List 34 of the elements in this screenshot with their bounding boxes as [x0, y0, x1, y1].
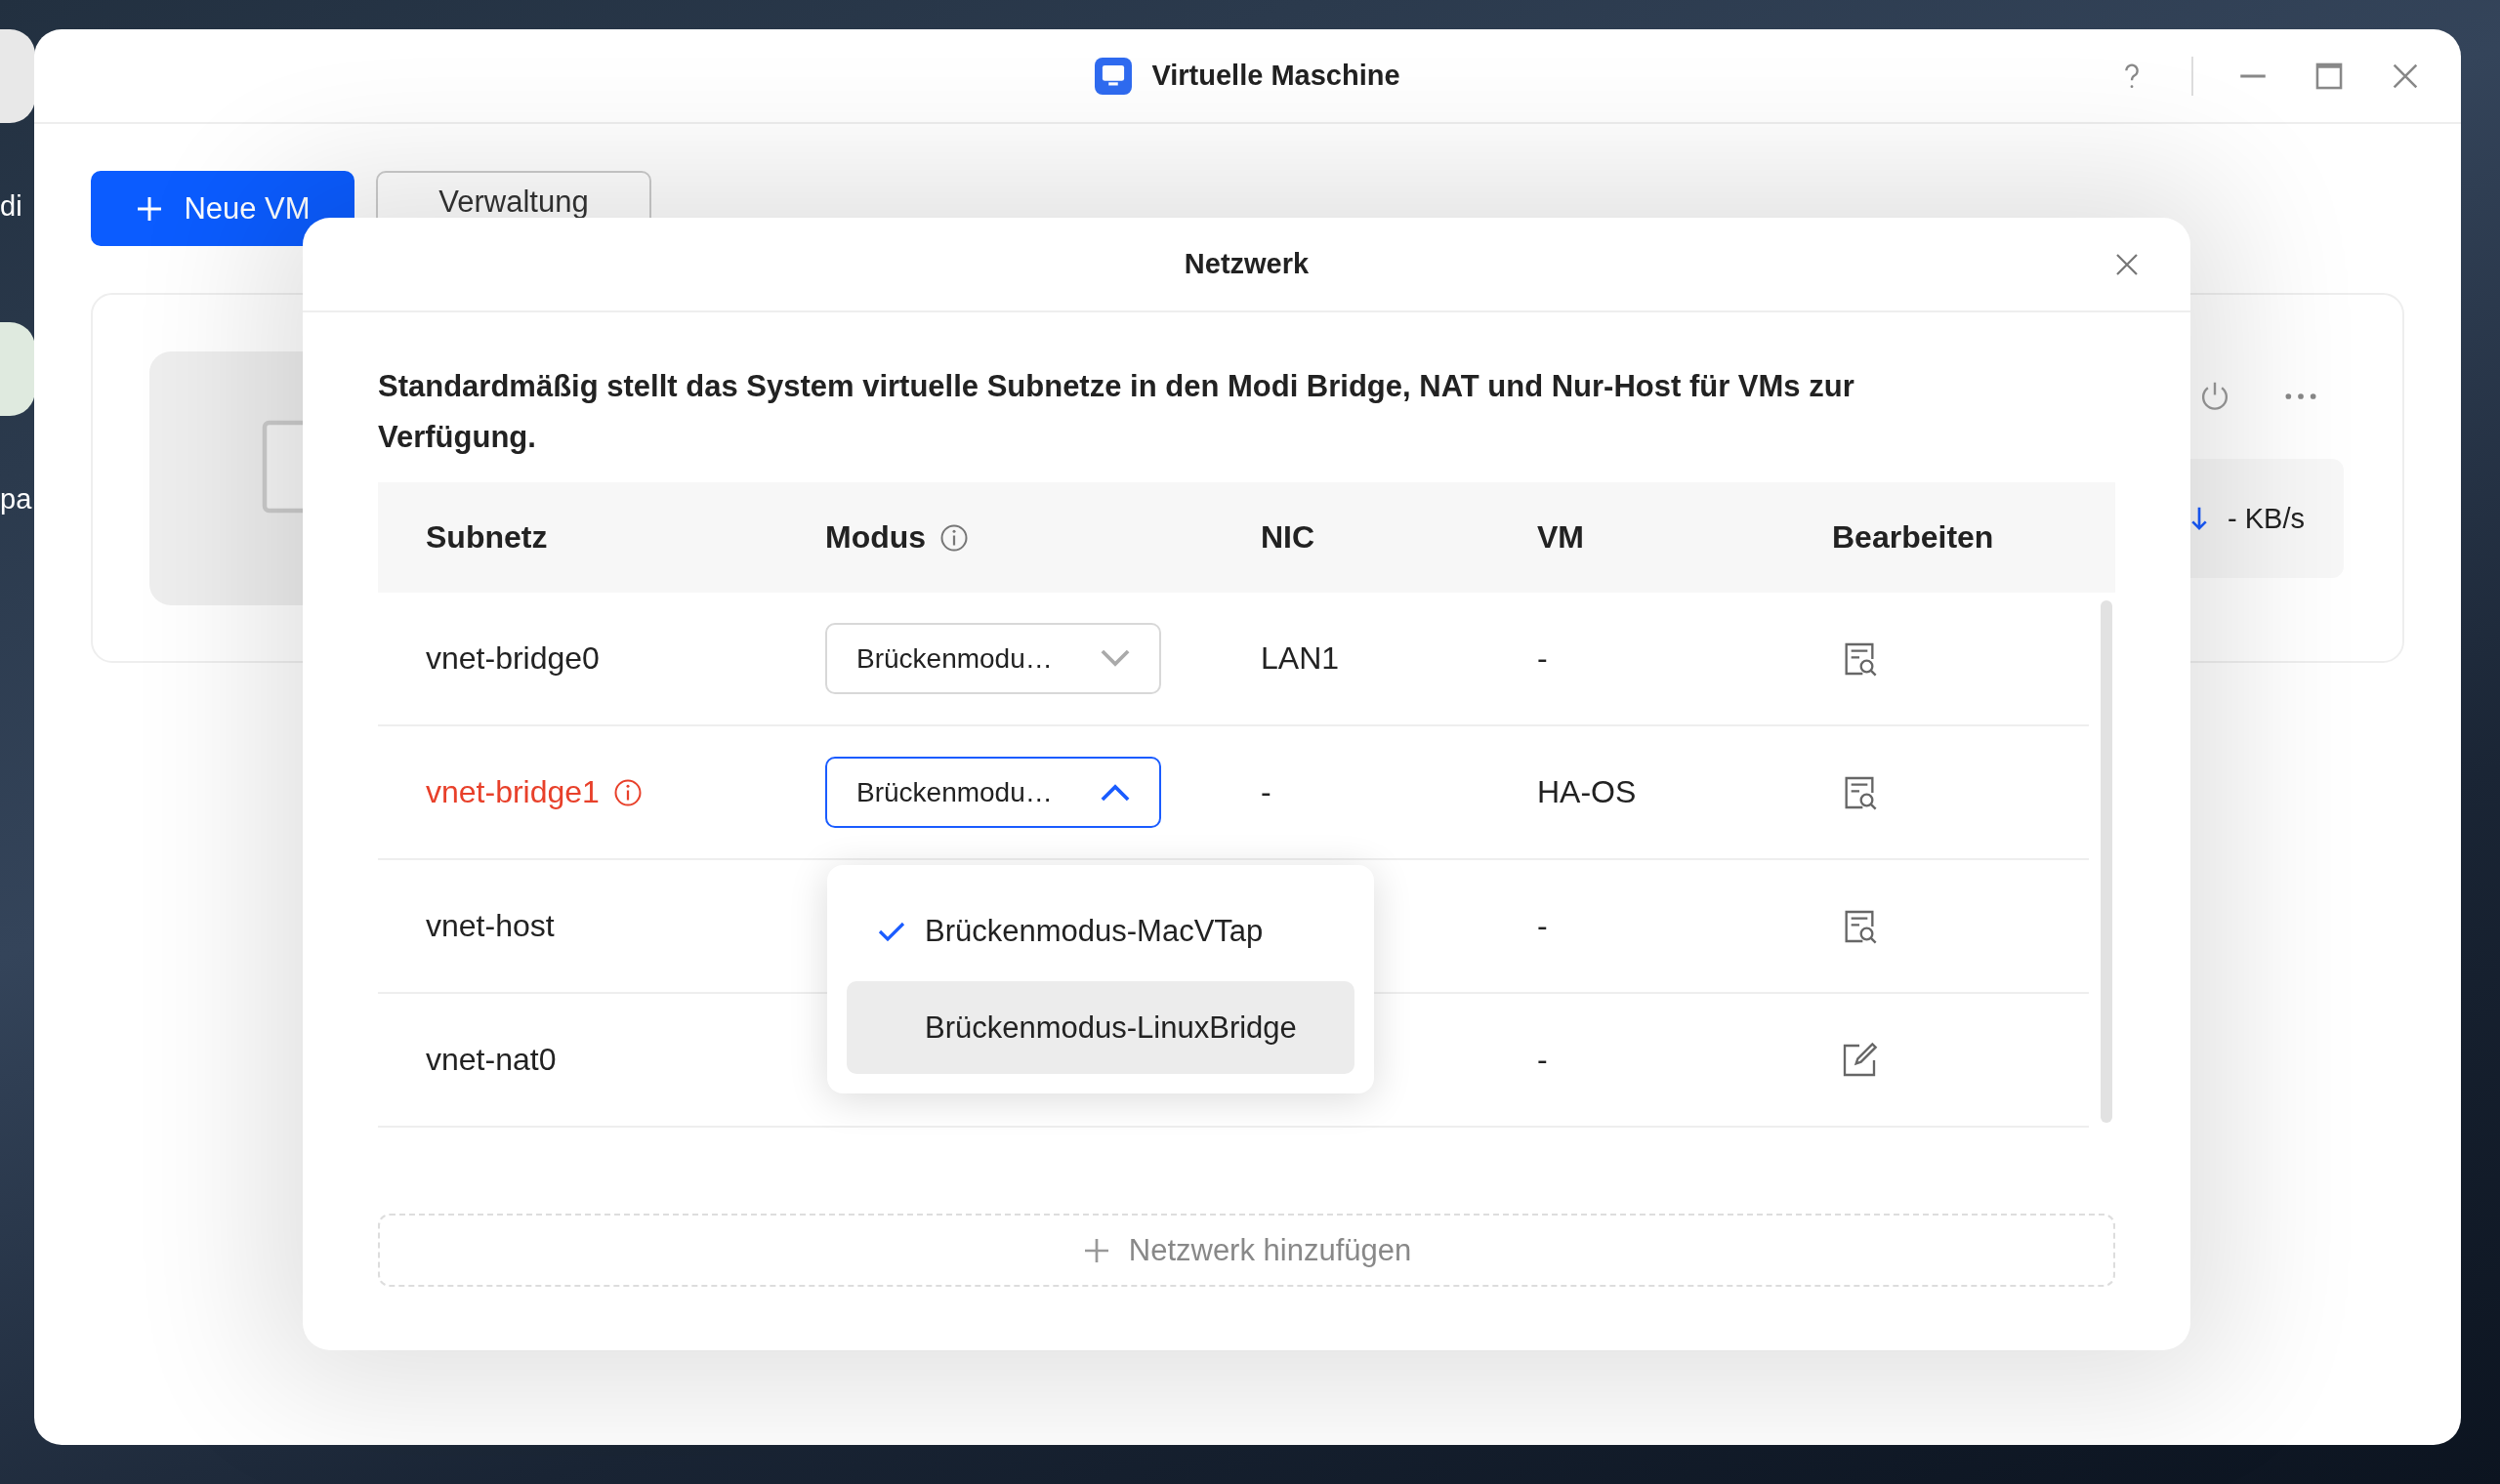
app-logo-icon	[1095, 57, 1133, 95]
mode-dropdown[interactable]: Brückenmodu…	[825, 623, 1161, 694]
desktop-icon-label: pa	[0, 483, 32, 515]
desktop-icon-label: di	[0, 190, 22, 223]
window-title: Virtuelle Maschine	[1151, 60, 1400, 92]
new-vm-button[interactable]: Neue VM	[91, 171, 354, 246]
column-header: Subnetz	[426, 519, 548, 556]
mode-dropdown[interactable]: Brückenmodu…	[825, 757, 1161, 828]
subnet-name: vnet-bridge0	[426, 640, 600, 677]
nic-value: LAN1	[1261, 640, 1340, 677]
scrollbar[interactable]	[2101, 600, 2112, 1123]
speed-value: - KB/s	[2228, 502, 2305, 535]
menu-option[interactable]: Brückenmodus-LinuxBridge	[847, 981, 1354, 1074]
vm-value: -	[1537, 1042, 1548, 1078]
column-header: Modus	[825, 519, 927, 556]
dialog-title: Netzwerk	[1184, 248, 1310, 280]
info-icon[interactable]	[939, 522, 970, 553]
chevron-icon	[1101, 649, 1130, 668]
column-header: VM	[1537, 519, 1584, 556]
subnet-name: vnet-bridge1	[426, 774, 600, 810]
column-header: NIC	[1261, 519, 1315, 556]
column-header: Bearbeiten	[1832, 519, 1994, 556]
menu-option[interactable]: Brückenmodus-MacVTap	[847, 885, 1354, 977]
subnet-name: vnet-host	[426, 908, 555, 944]
vm-value: -	[1537, 908, 1548, 944]
warning-info-icon[interactable]	[612, 777, 643, 807]
description-text: Standardmäßig stellt das System virtuelle Subnetze in den Modi Bridge, NAT und Nur-Host für VMs zur Verfügung.	[378, 368, 1855, 456]
add-network-button[interactable]: Netzwerk hinzufügen	[378, 1214, 2115, 1287]
nic-value: -	[1261, 774, 1271, 810]
vm-value: HA-OS	[1537, 774, 1637, 810]
vm-value: -	[1537, 640, 1548, 677]
download-arrow-icon	[2190, 505, 2209, 532]
chevron-icon	[1101, 783, 1130, 802]
subnet-name: vnet-nat0	[426, 1042, 557, 1078]
